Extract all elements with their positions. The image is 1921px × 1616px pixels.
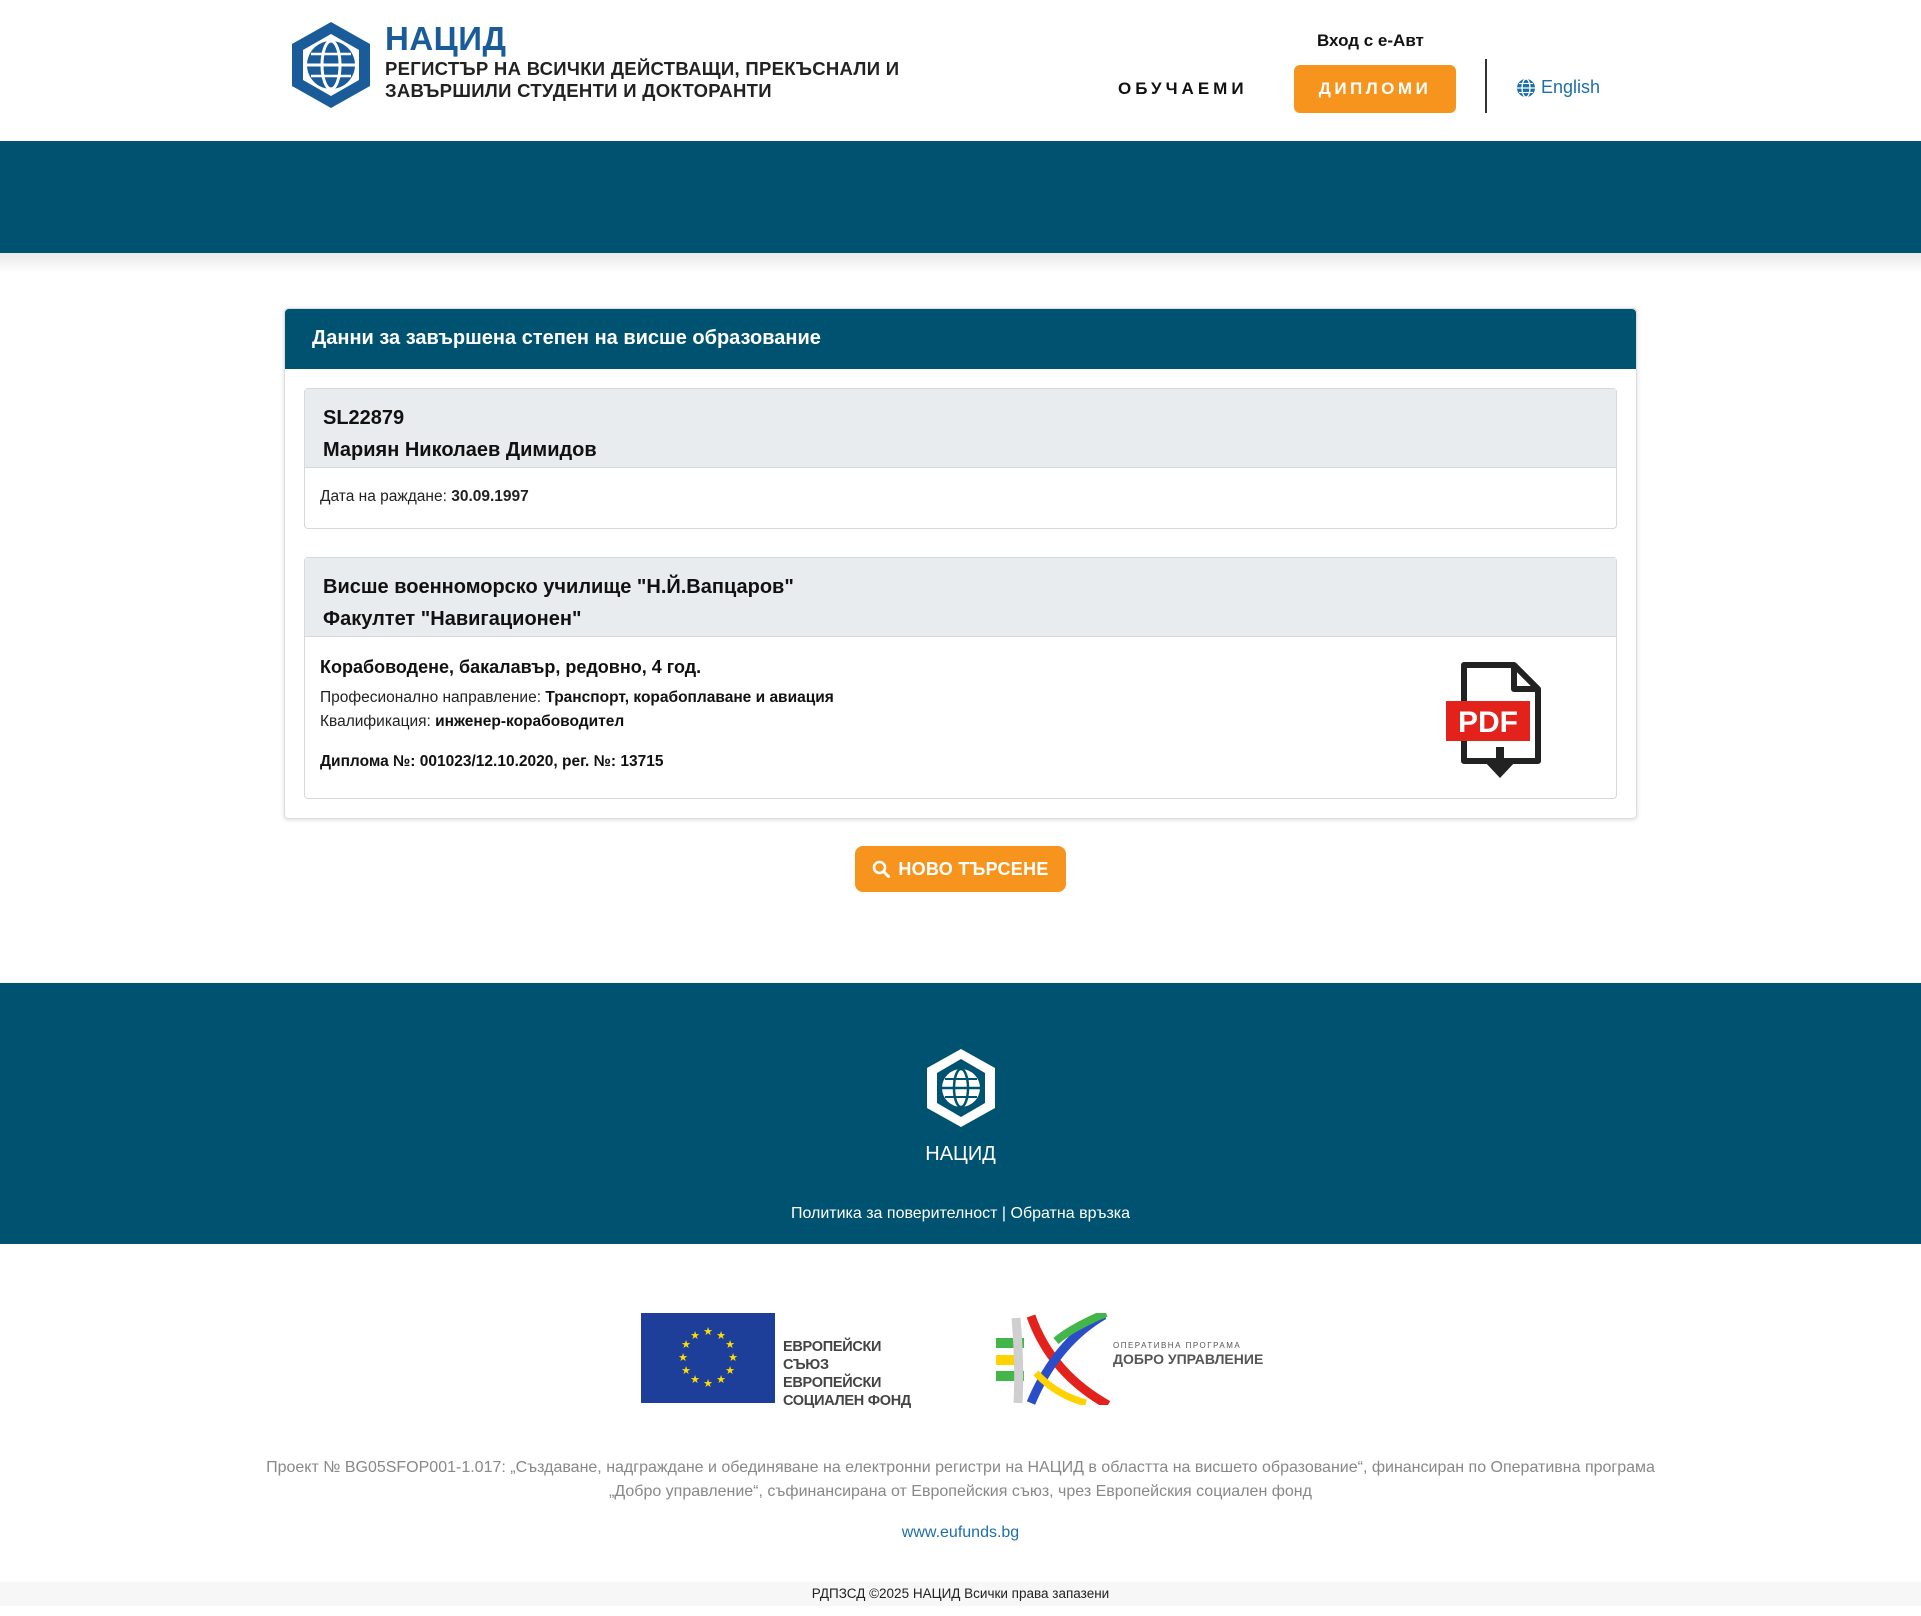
card-title: Данни за завършена степен на висше образ… — [285, 309, 1636, 369]
eu-text-line: СОЦИАЛЕН ФОНД — [783, 1393, 911, 1409]
site-header: НАЦИД РЕГИСТЪР НА ВСИЧКИ ДЕЙСТВАЩИ, ПРЕК… — [0, 0, 1921, 141]
svg-text:★: ★ — [678, 1351, 688, 1364]
footer-link-separator: | — [1001, 1205, 1007, 1222]
specialty: Корабоводене, бакалавър, редовно, 4 год. — [320, 657, 702, 677]
globe-icon — [1517, 77, 1535, 98]
professional-field-value: Транспорт, корабоплаване и авиация — [545, 689, 834, 706]
birth-date-value: 30.09.1997 — [451, 488, 529, 505]
svg-text:★: ★ — [725, 1364, 735, 1377]
nav-students-link[interactable]: ОБУЧАЕМИ — [1118, 79, 1248, 99]
education-panel-header: Висше военноморско училище "Н.Й.Вапцаров… — [305, 558, 1616, 637]
qualification-value: инженер-корабоводител — [435, 713, 625, 730]
professional-field-label: Професионално направление: — [320, 689, 541, 706]
svg-text:★: ★ — [690, 1329, 700, 1342]
search-icon — [873, 860, 891, 878]
person-name: Мариян Николаев Димидов — [323, 439, 597, 461]
footer-links: Политика за поверителност | Обратна връз… — [0, 1205, 1921, 1223]
result-card: Данни за завършена степен на висше образ… — [284, 308, 1637, 819]
institution-name: Висше военноморско училище "Н.Й.Вапцаров… — [323, 576, 794, 598]
eu-flag-icon: ★ ★ ★ ★ ★ ★ ★ ★ ★ ★ ★ ★ — [641, 1313, 775, 1403]
eufunds-link[interactable]: www.eufunds.bg — [0, 1524, 1921, 1542]
professional-field-row: Професионално направление: Транспорт, ко… — [320, 686, 1601, 710]
feedback-link[interactable]: Обратна връзка — [1011, 1205, 1131, 1222]
education-panel-body: Корабоводене, бакалавър, редовно, 4 год.… — [305, 637, 1616, 791]
svg-text:★: ★ — [716, 1373, 726, 1386]
footer-brand-name: НАЦИД — [925, 1143, 996, 1165]
good-governance-logo: ОПЕРАТИВНА ПРОГРАМА ДОБРО УПРАВЛЕНИЕ — [996, 1309, 1266, 1409]
eu-social-fund-logo: ★ ★ ★ ★ ★ ★ ★ ★ ★ ★ ★ ★ ЕВРОПЕЙСКИ СЪЮЗ ЕВРОПЕЙС… — [641, 1313, 921, 1409]
og-big-text: ДОБРО УПРАВЛЕНИЕ — [1113, 1351, 1264, 1367]
copyright: РДПЗСД ©2025 НАЦИД Всички права запазени — [0, 1582, 1921, 1606]
brand-subtitle: РЕГИСТЪР НА ВСИЧКИ ДЕЙСТВАЩИ, ПРЕКЪСНАЛИ… — [385, 58, 900, 101]
person-id: SL22879 — [323, 407, 405, 429]
pdf-icon-label: PDF — [1458, 706, 1518, 739]
nacid-logo-icon[interactable] — [288, 20, 374, 110]
nav-divider — [1485, 59, 1487, 113]
eauth-login-link[interactable]: Вход с е-Авт — [1317, 31, 1424, 51]
svg-text:★: ★ — [725, 1338, 735, 1351]
qualification-row: Квалификация: инженер-корабоводител — [320, 710, 1601, 734]
project-description: Проект № BG05SFOP001-1.017: „Създаване, … — [266, 1459, 1655, 1500]
person-panel-body: Дата на раждане: 30.09.1997 — [305, 468, 1616, 526]
band-shadow — [0, 253, 1921, 273]
svg-text:★: ★ — [703, 1325, 713, 1338]
svg-text:★: ★ — [690, 1373, 700, 1386]
pdf-download-icon[interactable]: PDF — [1442, 661, 1552, 781]
eu-text-line: ЕВРОПЕЙСКИ — [783, 1375, 882, 1391]
qualification-label: Квалификация: — [320, 713, 431, 730]
new-search-button[interactable]: НОВО ТЪРСЕНЕ — [855, 846, 1066, 892]
person-panel-header: SL22879 Мариян Николаев Димидов — [305, 389, 1616, 468]
diploma-number: Диплома №: 001023/12.10.2020, рег. №: 13… — [320, 753, 664, 770]
svg-text:★: ★ — [728, 1351, 738, 1364]
birth-date-label: Дата на раждане: — [320, 488, 447, 505]
new-search-label: НОВО ТЪРСЕНЕ — [898, 858, 1049, 879]
language-label: English — [1541, 77, 1601, 97]
nav-diplomas-button[interactable]: ДИПЛОМИ — [1294, 65, 1456, 113]
good-governance-icon — [996, 1309, 1111, 1409]
svg-text:★: ★ — [681, 1364, 691, 1377]
faculty-name: Факултет "Навигационен" — [323, 608, 582, 630]
brand-name[interactable]: НАЦИД — [385, 20, 507, 58]
header-band — [0, 141, 1921, 253]
education-panel: Висше военноморско училище "Н.Й.Вапцаров… — [304, 557, 1617, 799]
og-small-text: ОПЕРАТИВНА ПРОГРАМА — [1113, 1341, 1242, 1350]
person-panel: SL22879 Мариян Николаев Димидов Дата на … — [304, 388, 1617, 529]
svg-text:★: ★ — [703, 1377, 713, 1390]
privacy-policy-link[interactable]: Политика за поверителност — [791, 1205, 998, 1222]
language-switch[interactable]: English — [1516, 77, 1600, 98]
eu-text-line: ЕВРОПЕЙСКИ СЪЮЗ — [783, 1339, 882, 1373]
footer-nacid-logo-icon — [927, 1049, 995, 1127]
site-footer: НАЦИД Политика за поверителност | Обратн… — [0, 983, 1921, 1244]
eu-text: ЕВРОПЕЙСКИ СЪЮЗ ЕВРОПЕЙСКИ СОЦИАЛЕН ФОНД — [783, 1338, 921, 1410]
